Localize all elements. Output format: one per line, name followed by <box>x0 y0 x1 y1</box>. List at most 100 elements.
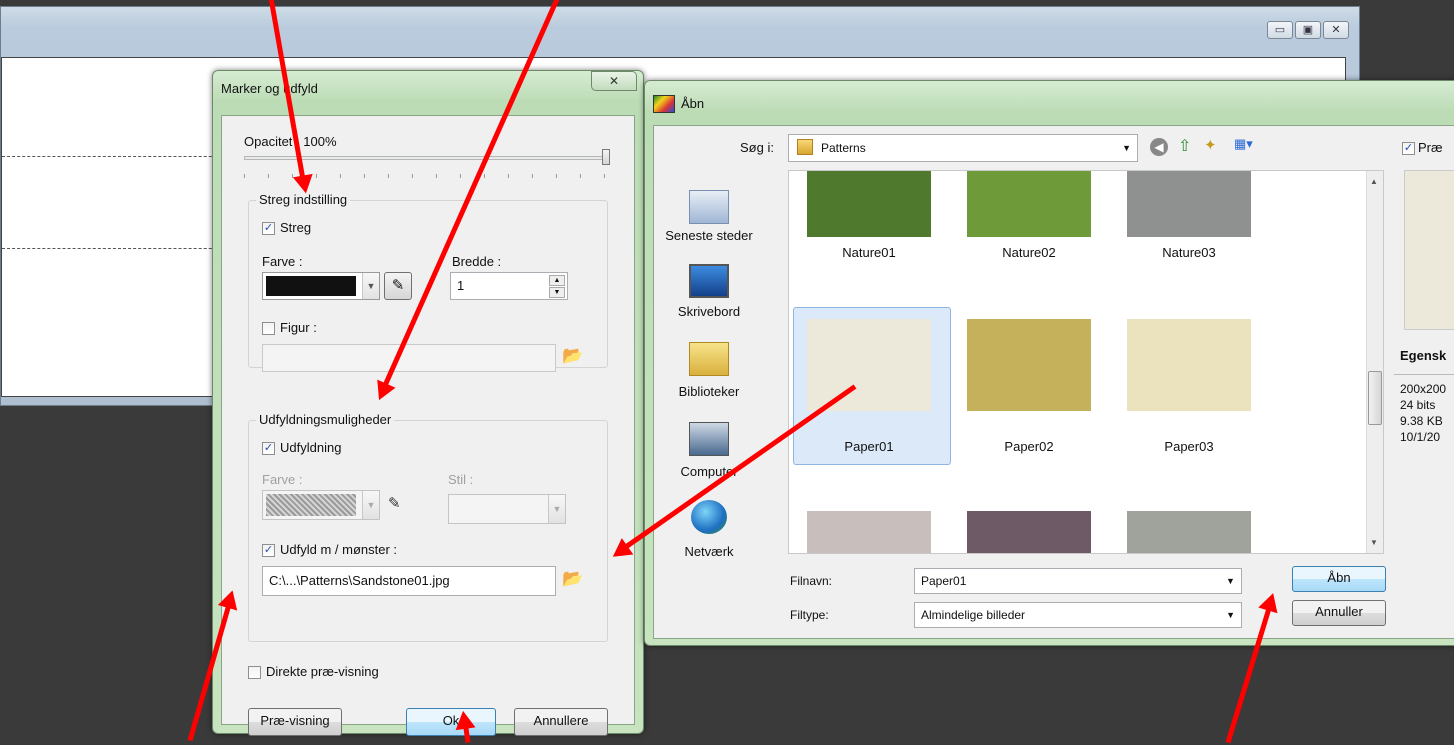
fill-color-picker[interactable]: ▼ <box>262 490 380 520</box>
stroke-color-label: Farve : <box>262 254 303 269</box>
marker-dialog: Marker og udfyld ✕ Opacitet : 100% Streg… <box>212 70 644 736</box>
thumbnail[interactable] <box>1127 319 1251 411</box>
view-menu-icon[interactable]: ▦▾ <box>1234 136 1266 156</box>
spinner-down-icon[interactable]: ▼ <box>549 287 565 298</box>
cancel-button[interactable]: Annuller <box>1292 600 1386 626</box>
property-dimensions: 200x200 <box>1400 382 1447 396</box>
file-name: Nature01 <box>842 245 896 260</box>
fill-color-swatch <box>266 494 356 516</box>
new-folder-icon[interactable]: ✦ <box>1204 136 1226 156</box>
spinner-up-icon[interactable]: ▲ <box>549 275 565 286</box>
close-icon[interactable]: ✕ <box>591 71 637 91</box>
place-computer[interactable]: Computer <box>654 464 764 479</box>
filename-label: Filnavn: <box>790 574 833 588</box>
stroke-color-picker[interactable]: ▼ <box>262 272 380 300</box>
filetype-dropdown[interactable]: Almindelige billeder ▼ <box>914 602 1242 628</box>
file-name: Paper02 <box>1004 439 1054 454</box>
stroke-group-title: Streg indstilling <box>256 192 351 207</box>
figure-checkbox-label: Figur : <box>280 320 317 335</box>
chevron-down-icon[interactable]: ▼ <box>362 273 379 299</box>
stroke-checkbox[interactable]: ✓ <box>262 222 275 235</box>
nature01-thumbnail <box>807 171 931 237</box>
chevron-down-icon[interactable]: ▼ <box>362 491 379 519</box>
network-icon <box>691 500 727 534</box>
direct-preview-checkbox[interactable] <box>248 666 261 679</box>
chevron-down-icon[interactable]: ▼ <box>1226 610 1235 620</box>
chevron-down-icon[interactable]: ▼ <box>1122 143 1131 153</box>
ok-button[interactable]: Ok <box>406 708 496 736</box>
close-icon[interactable]: ✕ <box>1323 21 1349 39</box>
stroke-checkbox-label: Streg <box>280 220 312 235</box>
scrollbar[interactable]: ▲ ▼ <box>1366 171 1383 553</box>
thumbnail[interactable] <box>1127 511 1251 553</box>
marker-dialog-title: Marker og udfyld <box>221 81 318 96</box>
pattern-fill-checkbox[interactable]: ✓ <box>262 544 275 557</box>
computer-icon <box>689 422 729 456</box>
fill-checkbox-label: Udfyldning <box>280 440 342 455</box>
preview-checkbox[interactable]: ✓ <box>1402 142 1415 155</box>
libraries-icon <box>689 342 729 376</box>
figure-checkbox[interactable] <box>262 322 275 335</box>
thumbnail[interactable] <box>967 171 1091 237</box>
preview-button[interactable]: Præ-visning <box>248 708 342 736</box>
back-icon[interactable]: ◀ <box>1150 138 1168 156</box>
opacity-label: Opacitet : 100% <box>244 134 337 149</box>
properties-label: Egensk <box>1400 348 1447 363</box>
file-name: Paper01 <box>844 439 894 454</box>
paper03-thumbnail <box>1127 319 1251 411</box>
image-file-icon <box>653 95 675 113</box>
marker-dialog-body: Opacitet : 100% Streg indstilling ✓ Stre… <box>221 115 635 736</box>
place-desktop[interactable]: Skrivebord <box>654 304 764 319</box>
look-in-value: Patterns <box>821 141 866 155</box>
scroll-up-icon[interactable]: ▲ <box>1370 177 1378 186</box>
open-dialog-body: Søg i: Patterns ▼ ◀ ⇧ ✦ ▦▾ Seneste stede… <box>653 125 1454 639</box>
file-name: Nature02 <box>1002 245 1056 260</box>
fill-color-label: Farve : <box>262 472 303 487</box>
selection-marquee-bottom <box>2 248 242 249</box>
pattern-thumbnail <box>967 511 1091 553</box>
property-date: 10/1/20 <box>1400 430 1441 444</box>
scroll-down-icon[interactable]: ▼ <box>1370 538 1378 547</box>
stroke-color-swatch <box>266 276 356 296</box>
chevron-down-icon[interactable]: ▼ <box>548 495 565 523</box>
chevron-down-icon[interactable]: ▼ <box>1226 576 1235 586</box>
scrollbar-thumb[interactable] <box>1368 371 1382 425</box>
paper02-thumbnail <box>967 319 1091 411</box>
desktop-icon <box>689 264 729 298</box>
place-network[interactable]: Netværk <box>654 544 764 559</box>
open-dialog-title: Åbn <box>681 96 705 111</box>
eyedropper-icon[interactable]: ✎ <box>384 272 412 300</box>
thumbnail[interactable] <box>807 319 931 411</box>
thumbnail[interactable] <box>967 319 1091 411</box>
open-folder-icon[interactable]: 📂 <box>562 346 586 368</box>
place-libraries[interactable]: Biblioteker <box>654 384 764 399</box>
stroke-width-label: Bredde : <box>452 254 502 269</box>
cancel-button[interactable]: Annullere <box>514 708 608 736</box>
opacity-slider-thumb[interactable] <box>602 149 610 165</box>
open-dialog: Åbn Søg i: Patterns ▼ ◀ ⇧ ✦ ▦▾ Seneste s… <box>644 80 1454 646</box>
pattern-fill-checkbox-label: Udfyld m / mønster : <box>280 542 398 557</box>
open-button[interactable]: Åbn <box>1292 566 1386 592</box>
filename-input[interactable]: Paper01 <box>914 568 1242 594</box>
up-folder-icon[interactable]: ⇧ <box>1178 136 1198 156</box>
place-recent[interactable]: Seneste steder <box>654 228 764 243</box>
maximize-icon[interactable]: ▣ <box>1295 21 1321 39</box>
fill-checkbox[interactable]: ✓ <box>262 442 275 455</box>
recent-places-icon <box>689 190 729 224</box>
open-folder-icon[interactable]: 📂 <box>562 569 586 593</box>
nature03-thumbnail <box>1127 171 1251 237</box>
file-list[interactable]: Nature01 Nature02 Nature03 Paper01 Paper… <box>788 170 1384 554</box>
minimize-icon[interactable]: ▭ <box>1267 21 1293 39</box>
filetype-value: Almindelige billeder <box>921 608 1026 622</box>
thumbnail[interactable] <box>1127 171 1251 237</box>
stroke-width-value: 1 <box>457 278 465 293</box>
fill-group-title: Udfyldningsmuligheder <box>256 412 395 427</box>
look-in-dropdown[interactable]: Patterns ▼ <box>788 134 1138 162</box>
thumbnail[interactable] <box>807 511 931 553</box>
thumbnail[interactable] <box>967 511 1091 553</box>
figure-path-input[interactable] <box>262 344 556 372</box>
pattern-path-input[interactable]: C:\...\Patterns\Sandstone01.jpg <box>262 566 556 596</box>
eyedropper-icon[interactable]: ✎ <box>388 494 410 516</box>
thumbnail[interactable] <box>807 171 931 237</box>
fill-style-dropdown[interactable]: ▼ <box>448 494 566 524</box>
